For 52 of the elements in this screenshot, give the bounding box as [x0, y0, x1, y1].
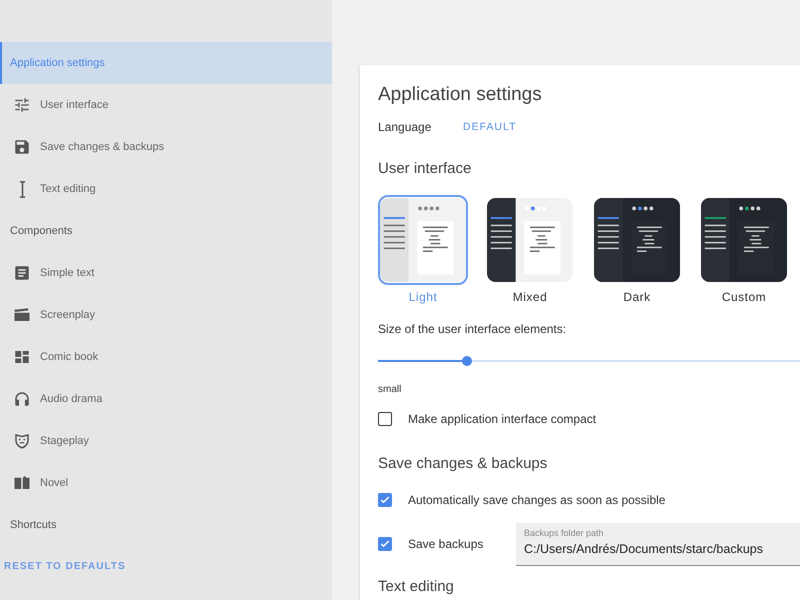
panel-title: Application settings: [378, 84, 543, 106]
size-label: Size of the user interface elements:: [378, 322, 568, 336]
headphones-icon: [13, 390, 31, 408]
layout-grid-icon: [13, 348, 31, 366]
sidebar-item-label: Save changes & backups: [40, 141, 164, 153]
sidebar-item-label: Simple text: [40, 267, 94, 279]
checkbox[interactable]: [378, 412, 392, 426]
sidebar-item-label: Screenplay: [40, 309, 96, 321]
theme-option[interactable]: [592, 195, 682, 285]
clapperboard-icon: [13, 306, 31, 324]
sidebar-item[interactable]: Simple text: [0, 252, 332, 294]
sidebar-item[interactable]: Text editing: [0, 168, 332, 210]
checkbox[interactable]: [378, 537, 392, 551]
theme-label: Dark: [623, 290, 651, 304]
sidebar-item[interactable]: User interface: [0, 84, 332, 126]
sidebar-item[interactable]: Stageplay: [0, 420, 332, 462]
text-cursor-icon: [18, 180, 26, 198]
sidebar-item-label: Novel: [40, 477, 68, 489]
size-value: small: [378, 384, 402, 395]
open-book-icon: [13, 474, 31, 492]
checkbox-label: Save backups: [408, 537, 484, 551]
language-button[interactable]: DEFAULT: [463, 121, 516, 133]
document-icon: [13, 264, 31, 282]
checkbox[interactable]: [378, 493, 392, 507]
theme-option[interactable]: [699, 195, 789, 285]
sidebar-item[interactable]: Screenplay: [0, 294, 332, 336]
section-heading: Save changes & backups: [378, 455, 548, 472]
backups-folder-path-field[interactable]: Backups folder path C:/Users/Andrés/Documents/starc/backups: [516, 522, 800, 566]
checkbox-label: Make application interface compact: [408, 412, 596, 426]
sidebar-section-item[interactable]: Application settings: [0, 42, 332, 84]
section-heading: Text editing: [378, 578, 455, 595]
theme-label: Custom: [722, 290, 766, 304]
sidebar-item-label: User interface: [40, 99, 108, 111]
sidebar-item-label: Stageplay: [40, 435, 89, 447]
checkbox-label: Automatically save changes as soon as possible: [408, 493, 666, 507]
sidebar-section-item[interactable]: Shortcuts: [0, 504, 332, 546]
theme-label: Light: [408, 290, 438, 304]
section-heading: User interface: [378, 160, 472, 177]
sidebar-item-label: Audio drama: [40, 393, 102, 405]
language-label: Language: [378, 120, 432, 134]
slider-thumb[interactable]: [462, 356, 472, 366]
sidebar-item[interactable]: Novel: [0, 462, 332, 504]
sidebar-item[interactable]: Audio drama: [0, 378, 332, 420]
sliders-icon: [13, 96, 31, 114]
sidebar-section-item[interactable]: Components: [0, 210, 332, 252]
sidebar-item[interactable]: Save changes & backups: [0, 126, 332, 168]
theme-label: Mixed: [512, 290, 548, 304]
theater-masks-icon: [13, 432, 31, 450]
sidebar-item-label: Comic book: [40, 351, 98, 363]
theme-option[interactable]: [485, 195, 575, 285]
sidebar-item[interactable]: Comic book: [0, 336, 332, 378]
sidebar-item-label: Text editing: [40, 183, 96, 195]
